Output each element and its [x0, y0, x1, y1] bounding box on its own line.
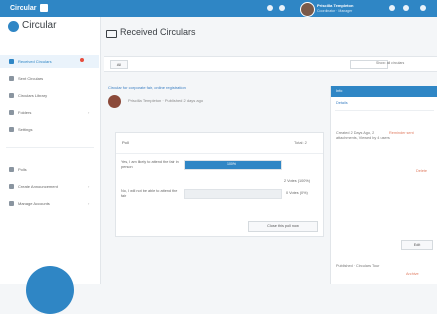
- circular-icon: [106, 30, 117, 38]
- sidebar-divider: [6, 147, 94, 148]
- poll-option-label: Yes, I am likely to attend the fair in p…: [121, 160, 179, 169]
- folder-icon: [9, 110, 14, 115]
- sidebar-item-create-announcement[interactable]: Create Announcement ›: [0, 180, 99, 193]
- details-link[interactable]: Details: [336, 101, 348, 105]
- poll-option-percent: 100%: [227, 162, 236, 166]
- sidebar-item-sent-circulars[interactable]: Sent Circulars: [0, 72, 99, 85]
- sidebar-item-received-circulars[interactable]: Received Circulars: [0, 55, 99, 68]
- info-panel-title: Info: [336, 89, 343, 93]
- logo-icon: [8, 21, 19, 32]
- page-title: Received Circulars: [120, 27, 196, 37]
- info-panel-header: Info: [331, 86, 437, 97]
- sidebar-item-label: Circulars Library: [18, 93, 48, 98]
- sidebar-item-label: Create Announcement: [18, 184, 58, 189]
- page-header: Received Circulars: [100, 17, 437, 47]
- send-icon: [9, 76, 14, 81]
- author-info: Priscilla Templeton · Published 2 days a…: [128, 98, 204, 103]
- library-icon: [9, 93, 14, 98]
- user-role: Coordinator · Manager: [317, 9, 353, 13]
- chevron-right-icon: ›: [88, 110, 90, 115]
- sidebar-item-label: Polls: [18, 167, 27, 172]
- author-avatar: [108, 95, 121, 108]
- delete-link[interactable]: Delete: [416, 169, 427, 173]
- poll-icon: [9, 167, 14, 172]
- sidebar-item-label: Settings: [18, 127, 33, 132]
- user-avatar[interactable]: [300, 2, 315, 17]
- logout-icon[interactable]: [420, 5, 426, 11]
- poll-heading: Poll: [122, 140, 129, 145]
- poll-option-count: 2 Votes (100%): [284, 179, 310, 183]
- panel-footer-text: Published · Circulars Tour: [336, 264, 380, 268]
- brand-name[interactable]: Circular: [10, 3, 36, 14]
- settings-icon[interactable]: [389, 5, 395, 11]
- close-poll-button[interactable]: Close this poll now: [248, 221, 318, 232]
- logo-text: Circular: [22, 20, 57, 31]
- sidebar-item-label: Folders: [18, 110, 32, 115]
- sidebar-item-library[interactable]: Circulars Library: [0, 89, 99, 102]
- help-icon[interactable]: [403, 5, 409, 11]
- search-icon[interactable]: [267, 5, 273, 11]
- sidebar-item-settings[interactable]: Settings: [0, 123, 99, 136]
- chevron-right-icon: ›: [88, 184, 90, 189]
- reminder-status[interactable]: Reminder sent: [389, 131, 414, 135]
- sidebar-item-folders[interactable]: Folders ›: [0, 106, 99, 119]
- poll-total: Total: 2: [294, 140, 307, 145]
- users-icon: [9, 201, 14, 206]
- app-logo[interactable]: Circular: [8, 20, 98, 34]
- view-filter[interactable]: Show: all circulars: [376, 61, 404, 65]
- inbox-icon: [9, 59, 14, 64]
- notifications-icon[interactable]: [279, 5, 285, 11]
- sidebar-item-label: Received Circulars: [18, 59, 52, 64]
- card-divider: [116, 153, 323, 154]
- gear-icon: [9, 127, 14, 132]
- help-chat-bubble[interactable]: [26, 266, 74, 314]
- menu-toggle-icon[interactable]: [40, 4, 48, 12]
- filter-button[interactable]: All: [110, 60, 128, 69]
- chevron-right-icon: ›: [88, 201, 90, 206]
- sidebar-item-label: Sent Circulars: [18, 76, 44, 81]
- top-bar: Circular Priscilla Templeton Coordinator…: [0, 0, 437, 17]
- poll-option-count: 0 Votes (0%): [286, 191, 308, 195]
- poll-option-bar[interactable]: [184, 189, 282, 199]
- edit-button[interactable]: Edit: [401, 240, 433, 250]
- sidebar-item-manage-accounts[interactable]: Manage Accounts ›: [0, 197, 99, 210]
- panel-divider: [335, 110, 434, 111]
- notification-badge: [80, 58, 84, 62]
- sidebar-item-polls[interactable]: Polls: [0, 163, 99, 176]
- megaphone-icon: [9, 184, 14, 189]
- archive-link[interactable]: Archive: [406, 272, 419, 276]
- circular-title-link[interactable]: Circular for corporate fair, online regi…: [108, 85, 186, 90]
- user-name[interactable]: Priscilla Templeton: [317, 3, 353, 8]
- toolbar: All Show: all circulars: [104, 56, 437, 72]
- poll-option-bar[interactable]: 100%: [184, 160, 282, 170]
- sidebar-item-label: Manage Accounts: [18, 201, 50, 206]
- poll-option-label: No, I will not be able to attend the fai…: [121, 189, 178, 198]
- poll-card: Poll Total: 2 Yes, I am likely to attend…: [115, 132, 324, 237]
- info-panel: Info Details Created 2 Days Ago, 2 attac…: [330, 86, 437, 284]
- details-text: Created 2 Days Ago, 2 attachments, Viewe…: [336, 131, 390, 140]
